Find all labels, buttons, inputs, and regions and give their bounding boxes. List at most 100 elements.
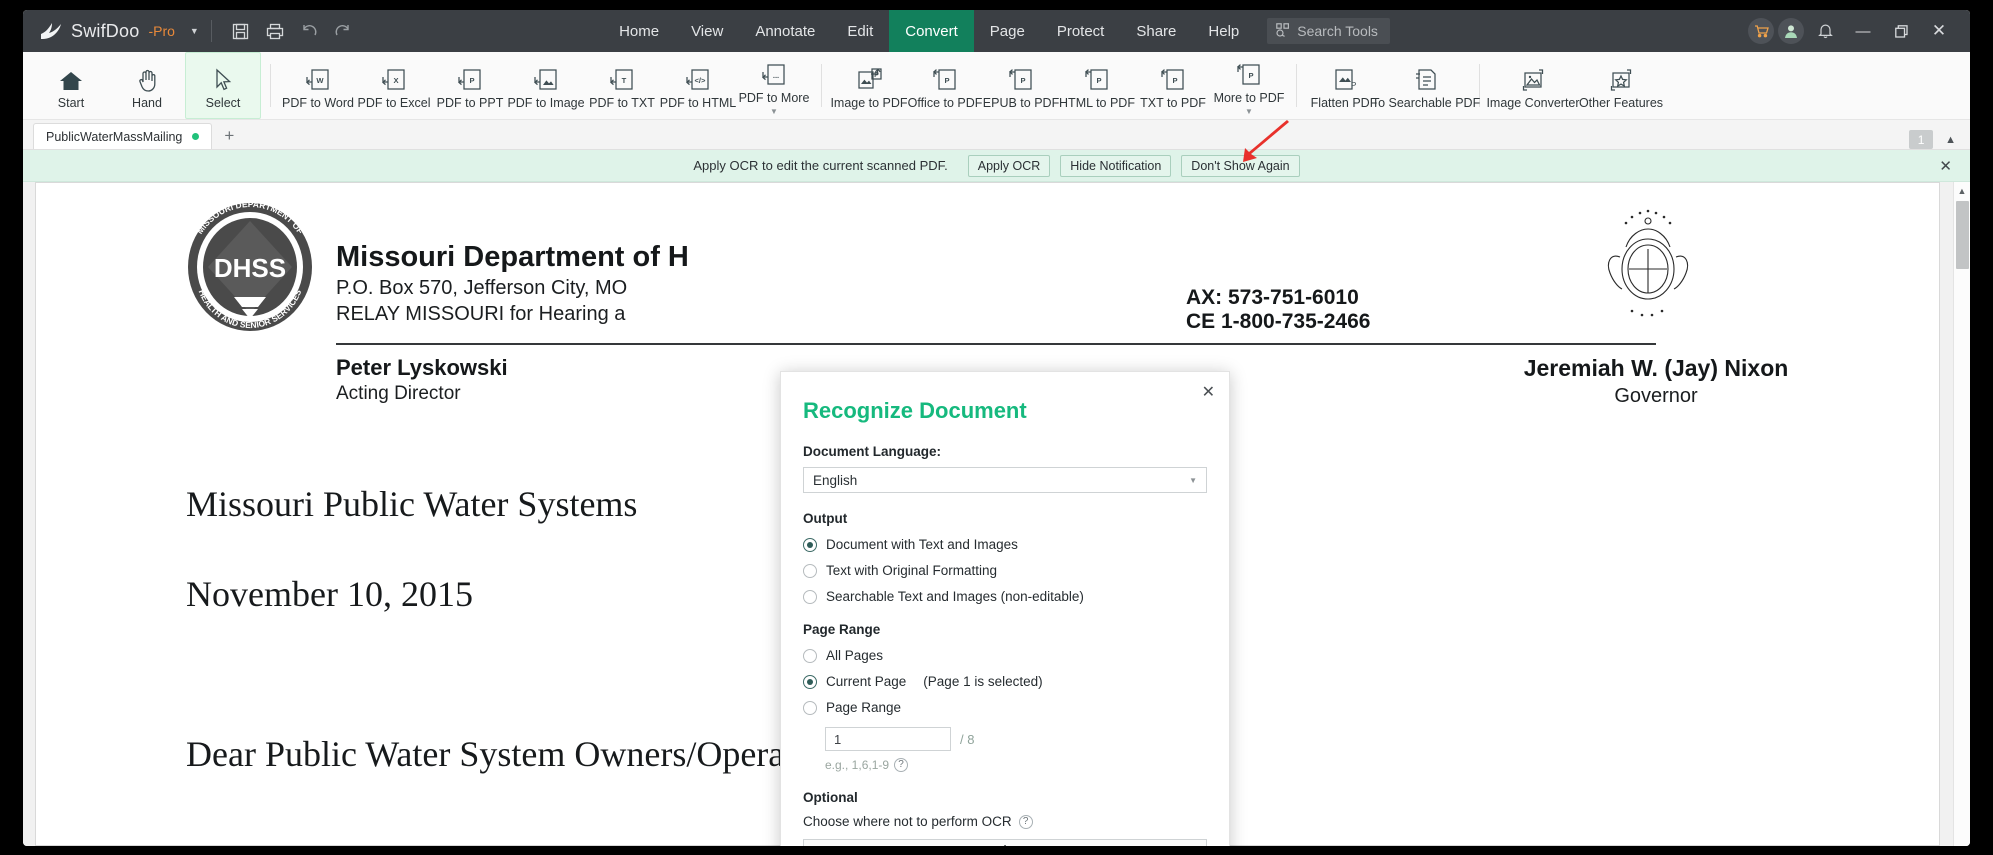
- output-option-searchable-text-and-images-non-editable[interactable]: Searchable Text and Images (non-editable…: [803, 589, 1207, 604]
- office-to-pdf-icon: P: [932, 66, 958, 92]
- ribbon-group-divider: [821, 64, 822, 107]
- menu-item-home[interactable]: Home: [603, 10, 675, 52]
- ribbon-button-other-features[interactable]: Other Features: [1577, 52, 1665, 119]
- menu-item-protect[interactable]: Protect: [1041, 10, 1121, 52]
- title-bar: SwifDoo -Pro ▼ Home View Annotate Edit C…: [23, 10, 1970, 52]
- phone-line: CE 1-800-735-2466: [1186, 310, 1371, 333]
- bell-notification-icon[interactable]: [1808, 17, 1842, 45]
- document-language-select[interactable]: English ▼: [803, 467, 1207, 493]
- ribbon-button-image-to-pdf[interactable]: P Image to PDF: [830, 52, 908, 119]
- ribbon-button-flatten-pdf[interactable]: P Flatten PDF: [1306, 52, 1382, 119]
- apply-ocr-button[interactable]: Apply OCR: [967, 154, 1051, 177]
- chevron-down-icon[interactable]: ▼: [770, 107, 778, 115]
- radio-button[interactable]: [803, 700, 817, 715]
- svg-text:P: P: [1248, 71, 1253, 80]
- page-range-option-all-pages[interactable]: All Pages: [803, 648, 1207, 663]
- menu-item-share[interactable]: Share: [1120, 10, 1192, 52]
- convert-ribbon-toolbar: Start Hand Select W PDF to Word X PDF to Excel…: [23, 52, 1970, 120]
- output-option-text-with-original-formatting[interactable]: Text with Original Formatting: [803, 563, 1207, 578]
- vertical-scrollbar[interactable]: ▲: [1953, 182, 1970, 846]
- ribbon-button-txt-to-pdf[interactable]: P TXT to PDF: [1135, 52, 1211, 119]
- ribbon-button-to-searchable-pdf[interactable]: To Searchable PDF: [1372, 52, 1480, 119]
- ribbon-button-pdf-to-excel[interactable]: X PDF to Excel: [356, 52, 432, 119]
- radio-button[interactable]: [803, 648, 817, 663]
- document-language-label: Document Language:: [803, 444, 942, 459]
- radio-button[interactable]: [803, 563, 817, 578]
- add-tab-button[interactable]: +: [212, 123, 246, 149]
- ribbon-button-pdf-to-word[interactable]: W PDF to Word: [280, 52, 356, 119]
- close-button[interactable]: ✕: [1922, 17, 1956, 45]
- radio-label: Current Page: [826, 674, 907, 689]
- pdf-to-html-icon: </>: [685, 66, 711, 92]
- chevron-down-icon[interactable]: ▼: [190, 26, 199, 36]
- menu-item-convert[interactable]: Convert: [889, 10, 974, 52]
- restore-button[interactable]: [1884, 17, 1918, 45]
- svg-text:P: P: [469, 76, 474, 85]
- svg-text:P: P: [1172, 76, 1177, 85]
- brand-menu-button[interactable]: SwifDoo -Pro ▼: [23, 20, 199, 42]
- ribbon-button-more-to-pdf[interactable]: P More to PDF ▼: [1211, 52, 1287, 119]
- brand-name: SwifDoo: [71, 20, 140, 41]
- hand-icon: [136, 66, 159, 92]
- pdf-to-image-icon: [533, 66, 559, 92]
- ribbon-button-start[interactable]: Start: [33, 52, 109, 119]
- ribbon-button-pdf-to-txt[interactable]: T PDF to TXT: [584, 52, 660, 119]
- scrollbar-thumb[interactable]: [1956, 201, 1969, 269]
- swift-bird-logo: [39, 20, 63, 42]
- ribbon-button-label: TXT to PDF: [1140, 95, 1206, 110]
- menu-item-annotate[interactable]: Annotate: [739, 10, 831, 52]
- ribbon-button-office-to-pdf[interactable]: P Office to PDF: [907, 52, 983, 119]
- question-mark-icon[interactable]: ?: [894, 758, 909, 772]
- page-total-label: / 8: [960, 731, 975, 747]
- output-option-document-with-text-and-images[interactable]: Document with Text and Images: [803, 537, 1207, 552]
- dialog-title: Recognize Document: [803, 398, 1027, 423]
- redo-arrow-icon[interactable]: [326, 16, 360, 46]
- ribbon-button-epub-to-pdf[interactable]: P EPUB to PDF: [983, 52, 1059, 119]
- menu-item-view[interactable]: View: [675, 10, 739, 52]
- menu-item-help[interactable]: Help: [1192, 10, 1255, 52]
- close-icon[interactable]: ✕: [1939, 157, 1970, 175]
- pdf-to-more-icon: ...: [761, 61, 787, 87]
- ribbon-button-pdf-to-html[interactable]: </> PDF to HTML: [660, 52, 736, 119]
- radio-label: All Pages: [826, 648, 884, 663]
- ribbon-button-pdf-to-image[interactable]: PDF to Image: [507, 52, 585, 119]
- scroll-up-icon[interactable]: ▲: [1954, 182, 1970, 199]
- ribbon-button-select[interactable]: Select: [185, 52, 261, 119]
- menu-item-page[interactable]: Page: [974, 10, 1041, 52]
- cart-icon[interactable]: [1748, 18, 1774, 44]
- page-range-hint: e.g., 1,6,1-9: [825, 758, 890, 772]
- ribbon-button-html-to-pdf[interactable]: P HTML to PDF: [1059, 52, 1135, 119]
- page-range-option-current-page[interactable]: Current Page (Page 1 is selected): [803, 674, 1207, 689]
- document-tab[interactable]: PublicWaterMassMailing: [33, 123, 213, 149]
- floppy-disk-icon[interactable]: [224, 16, 258, 46]
- page-range-option-page-range[interactable]: Page Range: [803, 700, 1207, 715]
- menu-item-edit[interactable]: Edit: [831, 10, 889, 52]
- add-exclusion-region-button[interactable]: +: [803, 839, 1207, 846]
- radio-button[interactable]: [803, 537, 817, 552]
- ribbon-button-label: Image Converter: [1486, 95, 1580, 110]
- radio-label: Document with Text and Images: [826, 537, 1018, 552]
- close-icon[interactable]: ✕: [1202, 382, 1215, 402]
- svg-text:P: P: [1096, 76, 1101, 85]
- ribbon-button-image-converter[interactable]: Image Converter: [1486, 52, 1580, 119]
- ribbon-button-pdf-to-more[interactable]: ... PDF to More ▼: [736, 52, 812, 119]
- dialog-body: Document Language: English ▼ Output Docu…: [803, 444, 1207, 846]
- cursor-arrow-icon: [213, 66, 233, 92]
- red-arrow-pointer: [1221, 118, 1293, 171]
- question-mark-icon[interactable]: ?: [1018, 814, 1033, 829]
- chevron-down-icon: ▼: [1189, 475, 1197, 485]
- radio-button[interactable]: [803, 674, 817, 689]
- chevron-up-icon[interactable]: ▲: [1945, 134, 1956, 146]
- page-range-input[interactable]: 1: [825, 727, 951, 751]
- hide-notification-button[interactable]: Hide Notification: [1060, 154, 1172, 177]
- ribbon-button-label: PDF to TXT: [589, 95, 655, 110]
- user-avatar-icon[interactable]: [1778, 18, 1804, 44]
- minimize-button[interactable]: —: [1846, 17, 1880, 45]
- radio-button[interactable]: [803, 589, 817, 604]
- printer-icon[interactable]: [258, 16, 292, 46]
- ribbon-button-hand[interactable]: Hand: [109, 52, 185, 119]
- undo-arrow-icon[interactable]: [292, 16, 326, 46]
- search-tools-button[interactable]: Search Tools: [1267, 18, 1390, 44]
- chevron-down-icon[interactable]: ▼: [1245, 107, 1253, 115]
- ribbon-button-pdf-to-ppt[interactable]: P PDF to PPT: [432, 52, 508, 119]
